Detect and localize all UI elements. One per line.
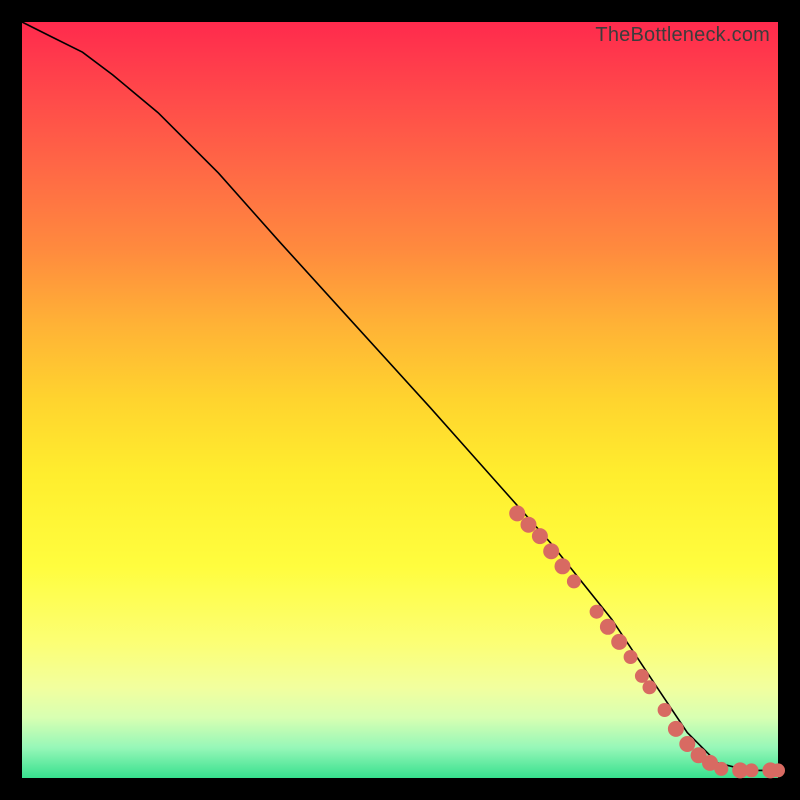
chart-svg	[22, 22, 778, 778]
data-point	[567, 574, 581, 588]
data-point	[635, 669, 649, 683]
data-point	[745, 763, 759, 777]
data-point	[521, 517, 537, 533]
data-point	[532, 528, 548, 544]
data-point	[555, 558, 571, 574]
data-point	[771, 763, 785, 777]
data-point	[600, 619, 616, 635]
chart-plot-area: TheBottleneck.com	[22, 22, 778, 778]
data-point	[543, 543, 559, 559]
data-point	[714, 762, 728, 776]
data-point	[624, 650, 638, 664]
data-point	[643, 680, 657, 694]
data-point	[611, 634, 627, 650]
data-point	[679, 736, 695, 752]
data-point	[658, 703, 672, 717]
data-point	[509, 505, 525, 521]
data-point	[590, 605, 604, 619]
curve-path	[22, 22, 778, 770]
data-point	[668, 721, 684, 737]
points-group	[509, 505, 785, 778]
